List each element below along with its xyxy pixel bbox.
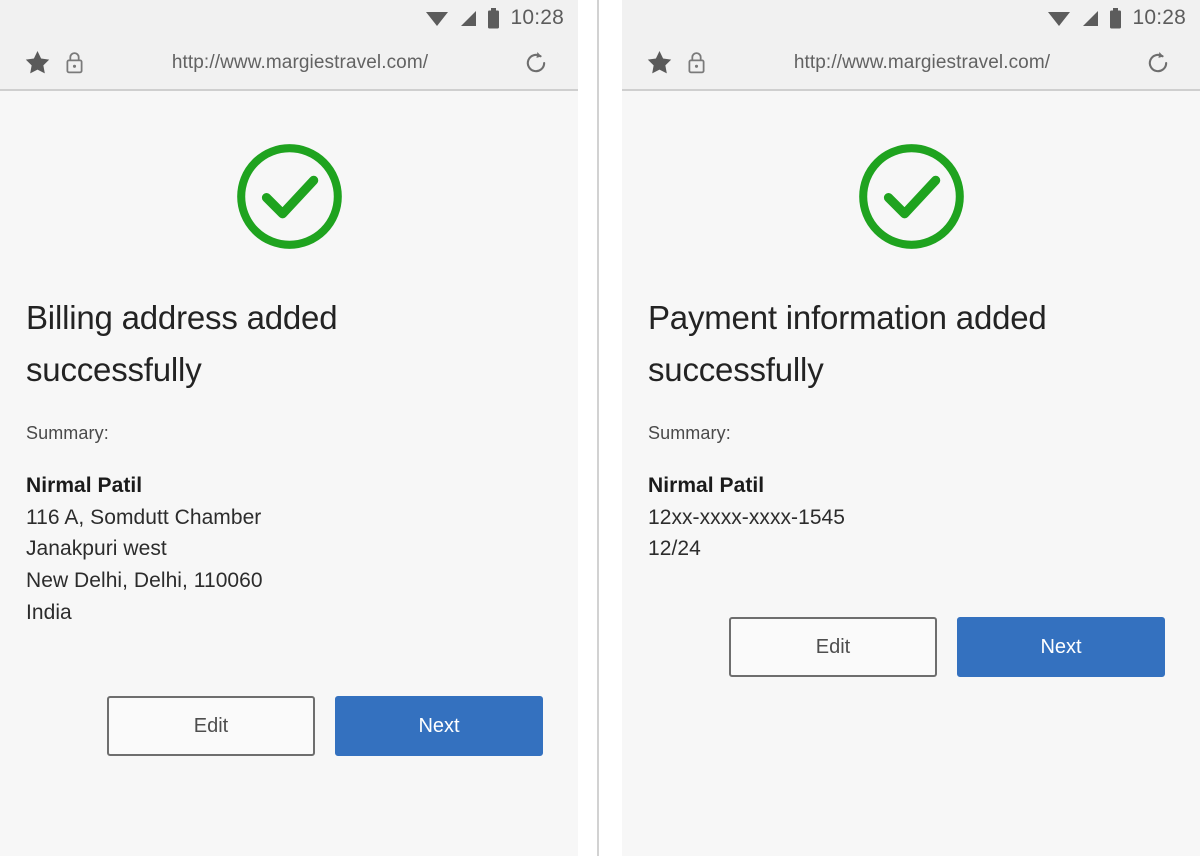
summary-line: 116 A, Somdutt Chamber (26, 505, 262, 529)
phone-screen-payment-information: 10:28 http://www.margiestravel.com/ Paym… (622, 0, 1200, 856)
summary-line: India (26, 601, 72, 625)
browser-toolbar-left: http://www.margiestravel.com/ (0, 36, 578, 91)
url-text-left[interactable]: http://www.margiestravel.com/ (84, 52, 522, 74)
edit-button[interactable]: Edit (107, 696, 315, 757)
battery-icon (488, 7, 500, 28)
toolbar-left-icons (0, 49, 84, 76)
summary-label-right: Summary: (648, 422, 731, 443)
summary-line: 12/24 (648, 537, 701, 561)
lock-icon[interactable] (65, 51, 84, 74)
summary-line: Nirmal Patil (26, 473, 143, 497)
summary-line: Janakpuri west (26, 537, 167, 561)
edit-button[interactable]: Edit (729, 617, 937, 678)
toolbar-right-icons (1144, 49, 1200, 77)
toolbar-right-icons (522, 49, 578, 77)
lock-icon[interactable] (687, 51, 706, 74)
refresh-icon[interactable] (1144, 49, 1172, 77)
page-content-right: Payment information added successfully S… (622, 91, 1200, 856)
summary-line: 12xx-xxxx-xxxx-1545 (648, 505, 846, 529)
refresh-icon[interactable] (522, 49, 550, 77)
page-title-left: Billing address added successfully (26, 299, 338, 388)
next-button[interactable]: Next (335, 696, 543, 757)
cellular-signal-icon (1083, 11, 1099, 26)
success-icon-wrapper-right (648, 91, 1174, 254)
toolbar-left-icons (622, 49, 706, 76)
action-buttons-left: Edit Next (26, 629, 552, 757)
status-bar-clock: 10:28 (1132, 6, 1186, 29)
url-text-right[interactable]: http://www.margiestravel.com/ (706, 52, 1144, 74)
page-content-left: Billing address added successfully Summa… (0, 91, 578, 856)
summary-line: Nirmal Patil (648, 473, 765, 497)
star-icon[interactable] (646, 49, 673, 76)
status-bar-left: 10:28 (0, 0, 578, 36)
check-circle-icon (236, 144, 342, 249)
success-icon-wrapper-left (26, 91, 552, 254)
star-icon[interactable] (24, 49, 51, 76)
action-buttons-right: Edit Next (648, 565, 1174, 678)
phone-screen-billing-address: 10:28 http://www.margiestravel.com/ Bill… (0, 0, 578, 856)
wifi-icon (426, 12, 449, 26)
status-bar-right: 10:28 (622, 0, 1200, 36)
summary-details-right: Nirmal Patil 12xx-xxxx-xxxx-1545 12/24 (648, 444, 1174, 566)
browser-toolbar-right: http://www.margiestravel.com/ (622, 36, 1200, 91)
wifi-icon (1048, 12, 1071, 26)
screenshot-stage: 10:28 http://www.margiestravel.com/ Bill… (0, 0, 1200, 856)
summary-details-left: Nirmal Patil 116 A, Somdutt Chamber Jana… (26, 444, 552, 630)
summary-line: New Delhi, Delhi, 110060 (26, 569, 263, 593)
status-bar-clock: 10:28 (510, 6, 564, 29)
page-title-right: Payment information added successfully (648, 299, 1047, 388)
panel-divider (597, 0, 599, 856)
check-circle-icon (858, 144, 964, 249)
battery-icon (1110, 7, 1122, 28)
next-button[interactable]: Next (957, 617, 1165, 678)
cellular-signal-icon (461, 11, 477, 26)
status-bar-icons-left (425, 7, 500, 29)
status-bar-icons-right (1047, 7, 1122, 29)
summary-label-left: Summary: (26, 422, 109, 443)
